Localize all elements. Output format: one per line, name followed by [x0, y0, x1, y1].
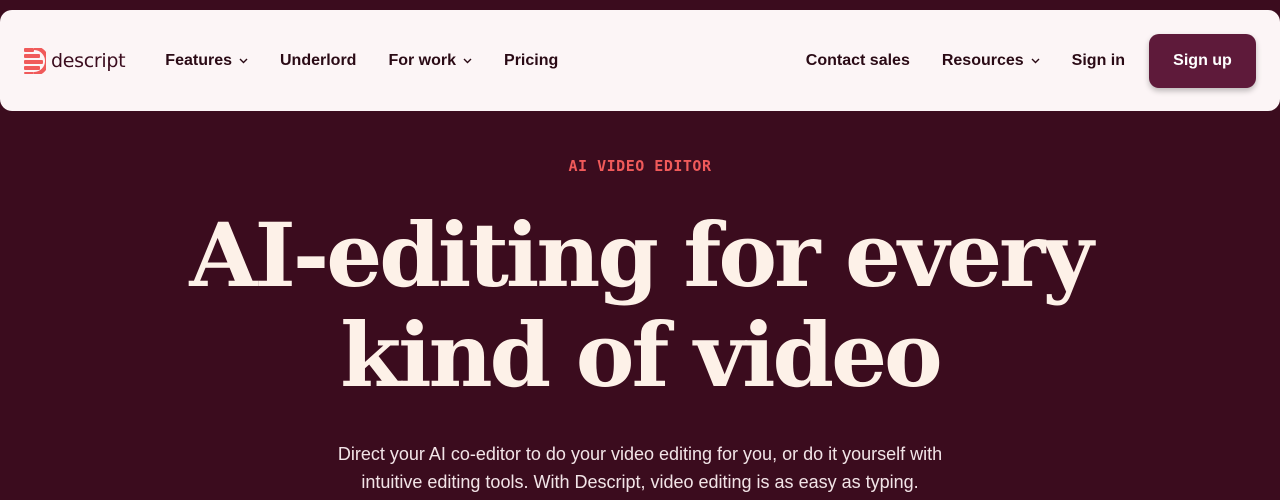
- sign-up-button[interactable]: Sign up: [1149, 33, 1256, 88]
- headline-line-1: AI-editing for every: [189, 203, 1093, 307]
- nav-item-label: Underlord: [280, 51, 357, 69]
- nav-item-label: Features: [165, 51, 232, 69]
- hero-description: Direct your AI co-editor to do your vide…: [0, 440, 1280, 496]
- logo-text: descript: [51, 49, 126, 72]
- chevron-down-icon: [239, 58, 248, 63]
- hero-eyebrow: AI VIDEO EDITOR: [568, 157, 712, 175]
- sign-in-link[interactable]: Sign in: [1072, 52, 1125, 70]
- nav-item-contact-sales[interactable]: Contact sales: [806, 52, 910, 70]
- nav-item-label: For work: [388, 51, 457, 69]
- description-line-1: Direct your AI co-editor to do your vide…: [337, 444, 943, 464]
- nav-item-label: Resources: [941, 51, 1024, 69]
- top-navigation: descript Features Underlord For work Pri…: [0, 10, 1280, 111]
- nav-item-label: Sign in: [1071, 51, 1125, 69]
- nav-item-for-work[interactable]: For work: [388, 52, 472, 70]
- nav-item-underlord[interactable]: Underlord: [280, 52, 356, 70]
- nav-item-features[interactable]: Features: [165, 52, 248, 70]
- descript-logo[interactable]: descript: [24, 47, 126, 74]
- nav-item-label: Contact sales: [805, 51, 910, 69]
- primary-nav-links: Features Underlord For work Pricing: [165, 52, 590, 70]
- hero-headline: AI-editing for every kind of video: [0, 205, 1280, 405]
- chevron-down-icon: [1031, 58, 1040, 63]
- nav-item-resources[interactable]: Resources: [942, 52, 1040, 70]
- secondary-nav-links: Contact sales Resources Sign in Sign up: [774, 33, 1256, 88]
- description-line-2: intuitive editing tools. With Descript, …: [361, 472, 919, 492]
- nav-item-pricing[interactable]: Pricing: [504, 52, 558, 70]
- headline-line-2: kind of video: [340, 303, 943, 407]
- descript-logo-icon: [24, 47, 46, 74]
- nav-item-label: Pricing: [504, 51, 559, 69]
- chevron-down-icon: [463, 58, 472, 63]
